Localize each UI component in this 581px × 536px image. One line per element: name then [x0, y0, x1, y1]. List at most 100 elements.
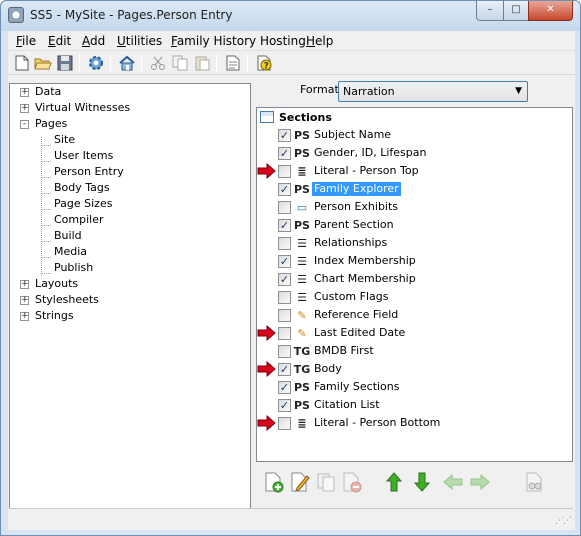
expand-icon[interactable]: +	[20, 280, 29, 289]
tree-node-label: Data	[35, 85, 62, 98]
minimize-button[interactable]: –	[476, 1, 504, 21]
section-label: Citation List	[314, 398, 380, 411]
ps-icon: PS	[294, 398, 310, 412]
sections-list[interactable]: Sections ✓ PS Subject Name ✓ PS Gender, ID, L…	[256, 107, 573, 462]
menu-help[interactable]: Help	[306, 34, 333, 48]
tree-connector	[41, 137, 42, 276]
maximize-button[interactable]: □	[503, 1, 529, 21]
section-checkbox[interactable]: ✓	[278, 183, 291, 196]
copy-icon[interactable]	[170, 53, 190, 73]
arrow-left-icon[interactable]	[441, 470, 465, 494]
navigation-tree[interactable]: + Data + Virtual Witnesses - Pages Site …	[9, 83, 251, 523]
tree-node-build[interactable]: Build	[54, 228, 82, 244]
tree-node-label: Strings	[35, 309, 74, 322]
list-icon: ☰	[297, 272, 307, 286]
section-checkbox[interactable]	[278, 165, 291, 178]
literal-icon: ≣	[297, 416, 307, 430]
tree-connector	[41, 193, 51, 194]
section-label: Custom Flags	[314, 290, 389, 303]
section-label: Reference Field	[314, 308, 399, 321]
section-checkbox[interactable]: ✓	[278, 399, 291, 412]
red-pointer-arrow-icon	[257, 361, 276, 377]
tree-connector	[41, 225, 51, 226]
arrow-right-icon[interactable]	[468, 470, 492, 494]
section-checkbox[interactable]	[278, 345, 291, 358]
ps-icon: PS	[294, 182, 310, 196]
section-label: Relationships	[314, 236, 388, 249]
title-bar[interactable]: SS5 - MySite - Pages.Person Entry – □ ✕	[1, 1, 580, 31]
tree-node-compiler[interactable]: Compiler	[54, 212, 104, 228]
section-label: Index Membership	[314, 254, 416, 267]
list-icon: ☰	[297, 254, 307, 268]
open-folder-icon[interactable]	[33, 53, 53, 73]
add-section-button[interactable]	[262, 470, 286, 494]
edit-section-button[interactable]	[288, 470, 312, 494]
section-checkbox[interactable]: ✓	[278, 273, 291, 286]
page-icon[interactable]	[223, 53, 243, 73]
new-file-icon[interactable]	[12, 53, 32, 73]
tree-node-user-items[interactable]: User Items	[54, 148, 113, 164]
format-dropdown[interactable]: Narration ▼	[338, 81, 528, 102]
app-icon	[8, 7, 24, 23]
exhibit-icon: ▭	[296, 200, 308, 214]
menu-bar: File Edit Add Utilities Family History H…	[8, 31, 575, 51]
section-checkbox[interactable]	[278, 201, 291, 214]
ps-icon: PS	[294, 146, 310, 160]
section-checkbox[interactable]	[278, 417, 291, 430]
tree-node-label: Virtual Witnesses	[35, 101, 131, 114]
close-button[interactable]: ✕	[528, 1, 573, 21]
toolbar-separator	[216, 54, 217, 72]
tree-connector	[41, 161, 51, 162]
status-bar: ⋰⋰	[9, 508, 573, 528]
tree-node-body-tags[interactable]: Body Tags	[54, 180, 110, 196]
preview-icon[interactable]	[522, 470, 546, 494]
section-label: Person Exhibits	[314, 200, 399, 213]
sections-header: Sections	[260, 110, 332, 126]
section-label: Family Explorer	[312, 182, 401, 196]
tree-node-person-entry[interactable]: Person Entry	[54, 164, 124, 180]
menu-edit[interactable]: Edit	[48, 34, 71, 48]
section-checkbox[interactable]	[278, 237, 291, 250]
format-label: Format	[300, 83, 339, 96]
menu-file[interactable]: File	[16, 34, 36, 48]
home-icon[interactable]	[117, 53, 137, 73]
section-checkbox[interactable]	[278, 309, 291, 322]
save-icon[interactable]	[55, 53, 75, 73]
expand-icon[interactable]: +	[20, 104, 29, 113]
arrow-down-icon[interactable]	[410, 470, 434, 494]
format-value: Narration	[343, 85, 395, 98]
tree-node-site[interactable]: Site	[54, 132, 75, 148]
paste-icon[interactable]	[192, 53, 212, 73]
section-checkbox[interactable]: ✓	[278, 129, 291, 142]
section-checkbox[interactable]: ✓	[278, 363, 291, 376]
delete-section-button[interactable]	[340, 470, 364, 494]
resize-grip-icon[interactable]: ⋰⋰	[555, 516, 572, 526]
sections-icon	[260, 111, 274, 123]
help-icon[interactable]: ?	[254, 53, 274, 73]
section-checkbox[interactable]: ✓	[278, 147, 291, 160]
section-label: Gender, ID, Lifespan	[314, 146, 427, 159]
arrow-up-icon[interactable]	[382, 470, 406, 494]
tg-icon: TG	[293, 362, 311, 376]
section-checkbox[interactable]: ✓	[278, 381, 291, 394]
tree-node-page-sizes[interactable]: Page Sizes	[54, 196, 112, 212]
expand-icon[interactable]: +	[20, 312, 29, 321]
menu-family-history-hosting[interactable]: Family History Hosting	[171, 34, 306, 48]
collapse-icon[interactable]: -	[20, 120, 29, 129]
cut-icon[interactable]	[148, 53, 168, 73]
section-label: Body	[314, 362, 342, 375]
section-checkbox[interactable]: ✓	[278, 255, 291, 268]
tree-node-publish[interactable]: Publish	[54, 260, 93, 276]
main-toolbar: ?	[8, 51, 575, 75]
expand-icon[interactable]: +	[20, 88, 29, 97]
tree-node-media[interactable]: Media	[54, 244, 87, 260]
expand-icon[interactable]: +	[20, 296, 29, 305]
edit-field-icon: ✎	[297, 326, 307, 340]
section-checkbox[interactable]	[278, 327, 291, 340]
section-checkbox[interactable]	[278, 291, 291, 304]
settings-gear-icon[interactable]	[86, 53, 106, 73]
copy-section-button[interactable]	[314, 470, 338, 494]
menu-add[interactable]: Add	[82, 34, 105, 48]
section-checkbox[interactable]: ✓	[278, 219, 291, 232]
menu-utilities[interactable]: Utilities	[117, 34, 162, 48]
